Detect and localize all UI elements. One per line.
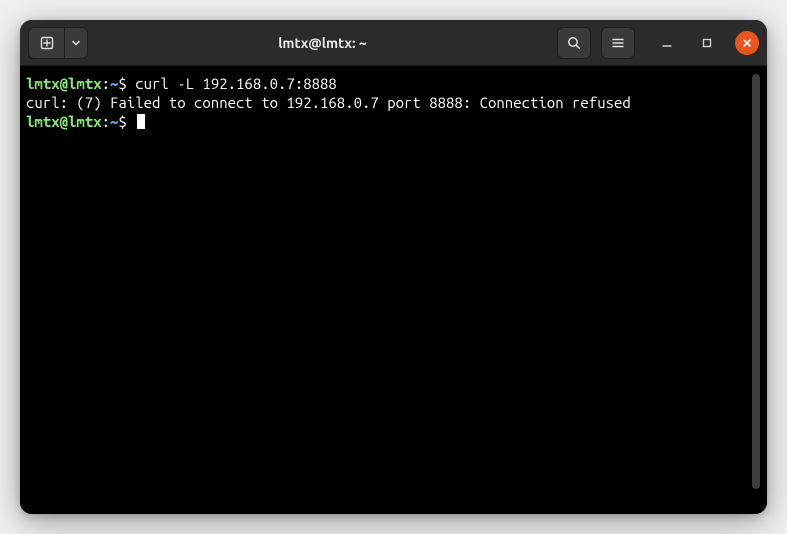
minimize-button[interactable] [655, 31, 679, 55]
maximize-icon [701, 37, 713, 49]
close-icon [741, 37, 753, 49]
command-text: curl -L 192.168.0.7:8888 [135, 75, 337, 92]
titlebar-left-group [28, 27, 88, 59]
close-button[interactable] [735, 31, 759, 55]
text-cursor [137, 114, 145, 129]
prompt-symbol: $ [118, 113, 126, 130]
prompt-user-host: lmtx@lmtx [26, 75, 102, 92]
hamburger-icon [610, 35, 626, 51]
scrollbar-thumb[interactable] [752, 74, 760, 489]
titlebar-right-group [557, 27, 759, 59]
scrollbar[interactable] [751, 74, 761, 506]
maximize-button[interactable] [695, 31, 719, 55]
new-tab-icon [39, 35, 55, 51]
new-tab-button[interactable] [28, 27, 64, 59]
prompt-symbol: $ [118, 75, 126, 92]
search-button[interactable] [557, 27, 591, 59]
titlebar: lmtx@lmtx: ~ [20, 20, 767, 66]
new-tab-menu-button[interactable] [64, 27, 88, 59]
terminal-content: lmtx@lmtx:~$ curl -L 192.168.0.7:8888 cu… [26, 74, 749, 506]
window-controls [655, 31, 759, 55]
terminal-window: lmtx@lmtx: ~ [20, 20, 767, 514]
chevron-down-icon [71, 38, 81, 48]
prompt-separator: : [102, 75, 110, 92]
terminal-body[interactable]: lmtx@lmtx:~$ curl -L 192.168.0.7:8888 cu… [20, 66, 767, 514]
menu-button[interactable] [601, 27, 635, 59]
output-text: curl: (7) Failed to connect to 192.168.0… [26, 94, 631, 111]
prompt-separator: : [102, 113, 110, 130]
window-title: lmtx@lmtx: ~ [92, 35, 553, 51]
prompt-user-host: lmtx@lmtx [26, 113, 102, 130]
minimize-icon [661, 37, 673, 49]
search-icon [566, 35, 582, 51]
